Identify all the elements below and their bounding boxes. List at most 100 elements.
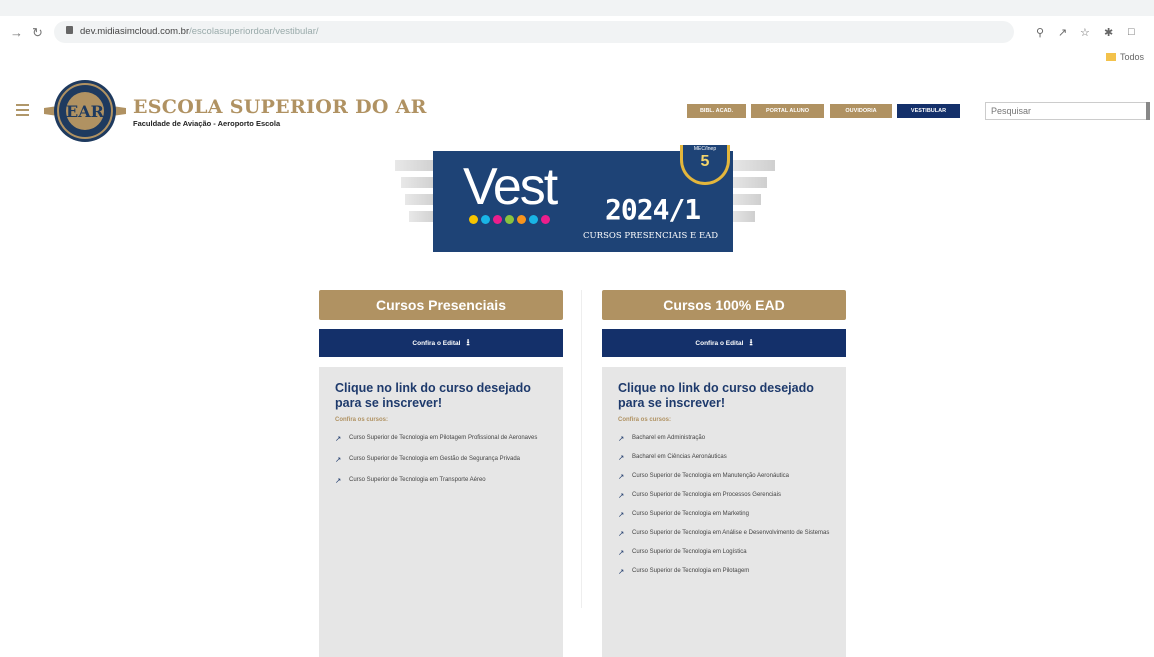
url-path: /escolasuperiordoar/vestibular/ (189, 26, 319, 37)
nav-label: PORTAL ALUNO (766, 108, 809, 114)
nav-label: BIBL. ACAD. (699, 108, 734, 114)
external-link-icon: ↗ (618, 567, 625, 576)
search-scroll-edge (1146, 102, 1150, 120)
panel-heading: Clique no link do curso desejado para se… (335, 381, 531, 410)
window-icon[interactable]: □ (1128, 26, 1135, 38)
share-icon[interactable]: ↗ (1058, 26, 1067, 39)
course-link[interactable]: ↗ Bacharel em Ciências Aeronáuticas (618, 452, 832, 463)
banner-dot (469, 215, 478, 224)
extensions-icon[interactable]: ✱ (1104, 26, 1113, 39)
brand: ESCOLA SUPERIOR DO AR Faculdade de Aviaç… (133, 96, 427, 128)
confira-label: Confira os cursos: (618, 417, 672, 423)
course-link[interactable]: ↗ Curso Superior de Tecnologia em Marketi… (618, 509, 832, 520)
star-icon[interactable]: ☆ (1080, 26, 1090, 39)
course-panel: Clique no link do curso desejado para se… (319, 367, 563, 657)
external-link-icon: ↗ (618, 453, 625, 462)
banner-dots (469, 215, 550, 224)
course-label: Curso Superior de Tecnologia em Logístic… (632, 549, 747, 555)
lock-icon (66, 26, 73, 34)
course-link[interactable]: ↗ Curso Superior de Tecnologia em Logísti… (618, 547, 832, 558)
folder-icon (1105, 53, 1116, 61)
course-label: Curso Superior de Tecnologia em Manutenç… (632, 473, 789, 479)
brand-name: ESCOLA SUPERIOR DO AR (133, 96, 427, 118)
brand-subtitle: Faculdade de Aviação - Aeroporto Escola (133, 119, 281, 128)
nav-label: OUVIDORIA (845, 108, 877, 114)
column-title: Cursos 100% EAD (602, 290, 846, 320)
course-label: Bacharel em Administração (632, 435, 706, 441)
course-link[interactable]: ↗ Curso Superior de Tecnologia em Pilotag… (335, 433, 549, 444)
nav-label: VESTIBULAR (910, 108, 947, 114)
search-input[interactable] (985, 102, 1150, 120)
tab-strip (0, 0, 1154, 16)
course-label: Curso Superior de Tecnologia em Gestão d… (349, 456, 520, 462)
address-bar[interactable]: dev.midiasimcloud.com.br/escolasuperiord… (54, 21, 1014, 43)
course-label: Curso Superior de Tecnologia em Marketin… (632, 511, 749, 517)
mec-seal: MEC/Inep 5 (680, 145, 730, 185)
column-title: Cursos Presenciais (319, 290, 563, 320)
url-text: dev.midiasimcloud.com.br/escolasuperiord… (80, 26, 319, 37)
column-divider (581, 290, 582, 608)
course-link[interactable]: ↗ Curso Superior de Tecnologia em Pilotag… (618, 566, 832, 577)
course-link[interactable]: ↗ Curso Superior de Tecnologia em Gestão … (335, 454, 549, 465)
course-link[interactable]: ↗ Curso Superior de Tecnologia em Transpo… (335, 475, 549, 486)
zoom-icon[interactable]: ⚲ (1036, 26, 1044, 39)
nav-button-portal-aluno[interactable]: PORTAL ALUNO (751, 104, 824, 118)
edital-label: Confira o Edital (412, 339, 461, 347)
edital-button[interactable]: Confira o Edital ⭳ (319, 329, 563, 357)
confira-label: Confira os cursos: (335, 417, 389, 423)
course-link[interactable]: ↗ Bacharel em Administração (618, 433, 832, 444)
bookmark-folder[interactable]: Todos (1105, 52, 1144, 62)
external-link-icon: ↗ (618, 491, 625, 500)
nav-button-ouvidoria[interactable]: OUVIDORIA (830, 104, 892, 118)
banner-stripes-left (387, 160, 437, 240)
column-presenciais: Cursos Presenciais Confira o Edital ⭳ Cl… (319, 290, 563, 657)
course-label: Curso Superior de Tecnologia em Processo… (632, 492, 781, 498)
course-panel: Clique no link do curso desejado para se… (602, 367, 846, 657)
banner-dot (517, 215, 526, 224)
external-link-icon: ↗ (618, 472, 625, 481)
column-ead: Cursos 100% EAD Confira o Edital ⭳ Cliqu… (602, 290, 846, 657)
edital-button[interactable]: Confira o Edital ⭳ (602, 329, 846, 357)
ear-logo[interactable]: EAR (42, 78, 128, 144)
course-link[interactable]: ↗ Curso Superior de Tecnologia em Process… (618, 490, 832, 501)
banner-dot (493, 215, 502, 224)
edital-label: Confira o Edital (695, 339, 744, 347)
reload-icon[interactable]: ↻ (32, 26, 43, 40)
external-link-icon: ↗ (618, 529, 625, 538)
external-link-icon: ↗ (618, 434, 625, 443)
external-link-icon: ↗ (335, 434, 342, 443)
course-label: Curso Superior de Tecnologia em Análise … (632, 530, 830, 536)
seal-score: 5 (700, 153, 710, 170)
bookmark-label: Todos (1119, 52, 1144, 62)
panel-heading: Clique no link do curso desejado para se… (618, 381, 814, 410)
url-host: dev.midiasimcloud.com.br (80, 26, 190, 37)
course-link[interactable]: ↗ Curso Superior de Tecnologia em Análise… (618, 528, 832, 539)
banner-dot (541, 215, 550, 224)
menu-icon[interactable] (16, 104, 29, 119)
download-icon: ⭳ (749, 337, 753, 347)
course-label: Curso Superior de Tecnologia em Pilotage… (349, 435, 538, 441)
forward-icon[interactable]: → (10, 26, 23, 40)
download-icon: ⭳ (466, 337, 470, 347)
nav-button-bibl-acad[interactable]: BIBL. ACAD. (687, 104, 746, 118)
banner-stripes-right (729, 160, 775, 240)
external-link-icon: ↗ (618, 510, 625, 519)
course-label: Curso Superior de Tecnologia em Pilotage… (632, 568, 750, 574)
nav-button-vestibular[interactable]: VESTIBULAR (897, 104, 960, 118)
vestibular-banner: Vest 2024/1 CURSOS PRESENCIAIS E EAD MEC… (433, 145, 733, 252)
banner-dot (529, 215, 538, 224)
banner-subtitle: CURSOS PRESENCIAIS E EAD (583, 231, 719, 241)
banner-dot (505, 215, 514, 224)
browser-chrome: → ↻ dev.midiasimcloud.com.br/escolasuper… (0, 0, 1154, 68)
external-link-icon: ↗ (335, 455, 342, 464)
banner-vest: Vest (463, 158, 558, 216)
course-link[interactable]: ↗ Curso Superior de Tecnologia em Manuten… (618, 471, 832, 482)
external-link-icon: ↗ (618, 548, 625, 557)
logo-text: EAR (66, 102, 105, 121)
banner-year: 2024/1 (605, 193, 701, 226)
seal-text: MEC/Inep (693, 146, 717, 152)
external-link-icon: ↗ (335, 476, 342, 485)
banner-dot (481, 215, 490, 224)
course-label: Bacharel em Ciências Aeronáuticas (632, 454, 727, 460)
course-label: Curso Superior de Tecnologia em Transpor… (349, 477, 486, 483)
